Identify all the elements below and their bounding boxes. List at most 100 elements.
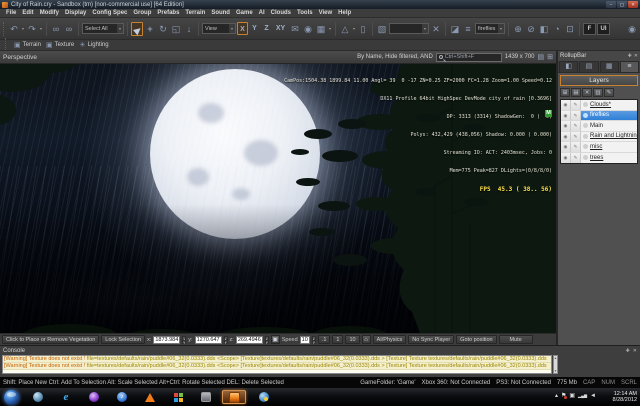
action-center-flag-icon[interactable]: ⚑	[561, 392, 568, 399]
redo-icon[interactable]: ↷	[26, 22, 38, 36]
y-spinner[interactable]: ▴ ▾	[223, 335, 228, 345]
menu-tools[interactable]: Tools	[294, 10, 316, 16]
y-coordinate-field[interactable]: 1270.647	[194, 335, 222, 344]
viewport-resolution[interactable]: 1439 x 700	[505, 54, 535, 60]
scroll-up-icon[interactable]: ▲	[554, 356, 557, 360]
usable-toggle-icon[interactable]: ✎	[571, 121, 581, 131]
ruler-tool-icon[interactable]: ⊡	[564, 22, 576, 36]
layer-row-trees[interactable]: ◉ ✎ trees	[561, 152, 637, 163]
export-layer-icon[interactable]: ▥	[593, 88, 603, 97]
layer-row-misc[interactable]: ◉ ✎ misc	[561, 142, 637, 153]
lighting-button[interactable]: ☀ Lighting	[79, 41, 108, 49]
maximize-button[interactable]: ▢	[617, 1, 627, 8]
named-selection-combo[interactable]: ▾	[389, 23, 429, 34]
speed-preset-1-button[interactable]: 1	[332, 335, 344, 344]
select-tool-button[interactable]: ▶	[131, 21, 143, 36]
link-icon[interactable]: ∞	[50, 22, 62, 36]
tray-expand-icon[interactable]: ▴	[555, 392, 558, 399]
usable-toggle-icon[interactable]: ✎	[571, 142, 581, 152]
tab-terrain[interactable]: ▤	[579, 61, 599, 72]
close-button[interactable]: ✕	[628, 1, 638, 8]
tab-layers[interactable]: ≡	[619, 61, 639, 72]
tab-objects[interactable]: ◧	[559, 61, 579, 72]
reset-physics-icon[interactable]: ◔	[551, 22, 563, 36]
usable-toggle-icon[interactable]: ✎	[571, 100, 581, 110]
layer-settings-icon[interactable]: ✎	[604, 88, 614, 97]
undo-dropdown-icon[interactable]: ▾	[21, 22, 25, 36]
menu-file[interactable]: File	[3, 10, 19, 16]
pin-icon[interactable]: ✚	[626, 348, 630, 354]
flowgraph-button[interactable]: F	[583, 22, 596, 35]
taskbar-vlc-icon[interactable]	[138, 390, 162, 404]
physics-tool-icon[interactable]: ⊕	[512, 22, 524, 36]
menu-display[interactable]: Display	[62, 10, 89, 16]
menu-prefabs[interactable]: Prefabs	[154, 10, 182, 16]
filter-mode-label[interactable]: By Name, Hide filtered, AND	[357, 54, 433, 60]
ui-editor-button[interactable]: UI	[597, 22, 610, 35]
lock-selection-button[interactable]: Lock Selection	[101, 335, 146, 344]
select-all-combo[interactable]: Select All ▾	[82, 23, 124, 34]
lock-axis-icon[interactable]: ▣	[270, 335, 280, 344]
tab-display[interactable]: ▦	[599, 61, 619, 72]
menu-terrain[interactable]: Terrain	[182, 10, 208, 16]
console-scrollbar[interactable]: ▲ ▼	[553, 355, 558, 374]
generate-texture-button[interactable]: ▣ Texture	[46, 41, 74, 49]
layer-row-rain-lightning[interactable]: ◉ ✎ Rain and Lightning	[561, 131, 637, 142]
goto-position-button[interactable]: Goto position	[456, 335, 497, 344]
new-layer-icon[interactable]: ⊞	[560, 88, 570, 97]
speed-preset-10-button[interactable]: 10	[345, 335, 360, 344]
menu-group[interactable]: Group	[130, 10, 154, 16]
z-spinner[interactable]: ▴ ▾	[264, 335, 269, 345]
visibility-toggle-icon[interactable]: ◉	[561, 131, 571, 141]
mute-button[interactable]: Mute	[498, 335, 533, 344]
taskbar-ie-icon[interactable]: e	[54, 390, 78, 404]
reference-coords-combo[interactable]: View ▾	[202, 23, 236, 34]
scale-tool-button[interactable]: ◱	[170, 22, 182, 36]
angle-snap-icon[interactable]: △	[339, 22, 351, 36]
pin-icon[interactable]: ✚	[628, 53, 632, 59]
axis-xy-button[interactable]: XY	[273, 22, 288, 35]
taskbar-tool-icon[interactable]	[194, 390, 218, 404]
getphysics-icon[interactable]: ◧	[538, 22, 550, 36]
rotate-tool-button[interactable]: ↻	[157, 22, 169, 36]
network-icon[interactable]: ▂▄▆	[578, 393, 587, 398]
usable-toggle-icon[interactable]: ✎	[571, 131, 581, 141]
visibility-toggle-icon[interactable]: ◉	[561, 100, 571, 110]
speed-preset-01-button[interactable]: .1	[317, 335, 331, 344]
taskbar-itunes-icon[interactable]: ♪	[110, 390, 134, 404]
select-object-icon[interactable]: ▧	[376, 22, 388, 36]
no-sync-player-button[interactable]: No Sync Player	[408, 335, 455, 344]
layout-icon[interactable]: ⊞	[547, 53, 553, 61]
new-folder-icon[interactable]: ▤	[571, 88, 581, 97]
close-icon[interactable]: ✕	[634, 53, 638, 59]
layer-stack-icon[interactable]: ≡	[462, 22, 474, 36]
taskbar-clock[interactable]: 12:14 AM 8/28/2012	[613, 391, 637, 404]
taskbar-paint-icon[interactable]	[252, 390, 276, 404]
start-button[interactable]	[4, 389, 19, 405]
console-log-list[interactable]: [Warning] Texture does not exist ! file=…	[2, 355, 552, 374]
taskbar-browser-icon[interactable]	[26, 390, 50, 404]
speed-field[interactable]: 10	[299, 335, 310, 344]
current-layer-combo[interactable]: fireflies ▾	[475, 23, 505, 34]
follow-terrain-icon[interactable]: ⌂	[361, 335, 371, 344]
x-coordinate-field[interactable]: 1873.984	[153, 335, 181, 344]
unlink-icon[interactable]: ∞	[63, 22, 75, 36]
menu-sound[interactable]: Sound	[208, 10, 233, 16]
undo-icon[interactable]: ↶	[8, 22, 20, 36]
menu-edit[interactable]: Edit	[19, 10, 36, 16]
mail-icon[interactable]: ✉	[289, 22, 301, 36]
angle-dropdown-icon[interactable]: ▾	[352, 22, 356, 36]
z-coordinate-field[interactable]: 269.4946	[235, 335, 263, 344]
visibility-toggle-icon[interactable]: ◉	[561, 142, 571, 152]
menu-modify[interactable]: Modify	[37, 10, 62, 16]
axis-z-button[interactable]: Z	[261, 22, 272, 35]
layer-row-fireflies[interactable]: ◉ ✎ fireflies	[561, 110, 637, 121]
vegetation-mode-button[interactable]: Click to Place or Remove Vegetation	[2, 335, 100, 344]
redo-dropdown-icon[interactable]: ▾	[39, 22, 43, 36]
ruler-icon[interactable]: ▯	[357, 22, 369, 36]
usable-toggle-icon[interactable]: ✎	[571, 110, 581, 120]
viewport-canvas[interactable]: CamPos:1504.38 1899.84 11.00 Angl= 39 0 …	[0, 64, 556, 333]
layer-row-main[interactable]: ◉ ✎ Main	[561, 121, 637, 132]
speaker-icon[interactable]: ◄	[590, 393, 596, 399]
layer-row-clouds[interactable]: ◉ ✎ Clouds*	[561, 100, 637, 111]
